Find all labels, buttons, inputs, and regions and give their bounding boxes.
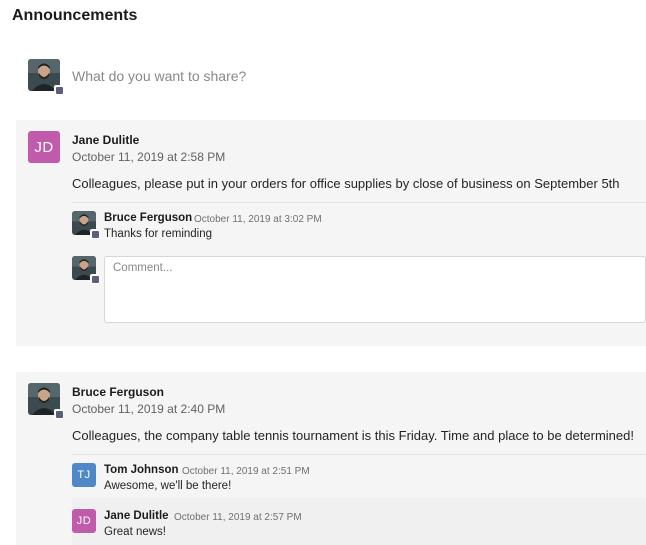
post-body: Colleagues, please put in your orders fo… bbox=[72, 176, 620, 191]
reply-author-avatar[interactable]: JD bbox=[72, 509, 96, 533]
post-card: Bruce Ferguson October 11, 2019 at 2:40 … bbox=[16, 372, 646, 545]
share-input[interactable]: What do you want to share? bbox=[72, 68, 246, 84]
initials-avatar: JD bbox=[28, 131, 60, 163]
reply-body: Great news! bbox=[104, 526, 166, 538]
reply-body: Awesome, we'll be there! bbox=[104, 480, 232, 492]
divider bbox=[72, 202, 646, 203]
reply-date: October 11, 2019 at 2:57 PM bbox=[174, 512, 302, 523]
presence-badge-icon bbox=[54, 409, 64, 419]
presence-badge-icon bbox=[90, 274, 100, 284]
current-user-avatar[interactable] bbox=[72, 256, 100, 284]
reply-author-avatar[interactable]: TJ bbox=[72, 463, 96, 487]
current-user-avatar[interactable] bbox=[28, 59, 64, 95]
reply-author-name[interactable]: Tom Johnson bbox=[104, 464, 179, 476]
presence-badge-icon bbox=[54, 85, 64, 95]
post-author-name[interactable]: Bruce Ferguson bbox=[72, 385, 164, 399]
reply-body: Thanks for reminding bbox=[104, 228, 213, 240]
post-date: October 11, 2019 at 2:40 PM bbox=[72, 402, 226, 416]
reply-date: October 11, 2019 at 3:02 PM bbox=[194, 214, 322, 225]
reply-date: October 11, 2019 at 2:51 PM bbox=[182, 466, 310, 477]
comment-box[interactable] bbox=[104, 256, 646, 323]
presence-badge-icon bbox=[90, 229, 100, 239]
page-title: Announcements bbox=[12, 7, 138, 24]
divider bbox=[72, 454, 646, 455]
post-author-avatar[interactable]: JD bbox=[28, 131, 60, 163]
initials-avatar: JD bbox=[72, 509, 96, 533]
post-author-name[interactable]: Jane Dulitle bbox=[72, 133, 139, 147]
reply-author-name[interactable]: Bruce Ferguson bbox=[104, 212, 192, 224]
post-date: October 11, 2019 at 2:58 PM bbox=[72, 150, 226, 164]
post-card: JD Jane Dulitle October 11, 2019 at 2:58… bbox=[16, 120, 646, 346]
post-body: Colleagues, the company table tennis tou… bbox=[72, 428, 634, 443]
reply-author-avatar[interactable] bbox=[72, 211, 100, 239]
comment-input[interactable] bbox=[105, 257, 645, 279]
initials-avatar: TJ bbox=[72, 463, 96, 487]
post-author-avatar[interactable] bbox=[28, 383, 64, 419]
reply-author-name[interactable]: Jane Dulitle bbox=[104, 510, 169, 522]
